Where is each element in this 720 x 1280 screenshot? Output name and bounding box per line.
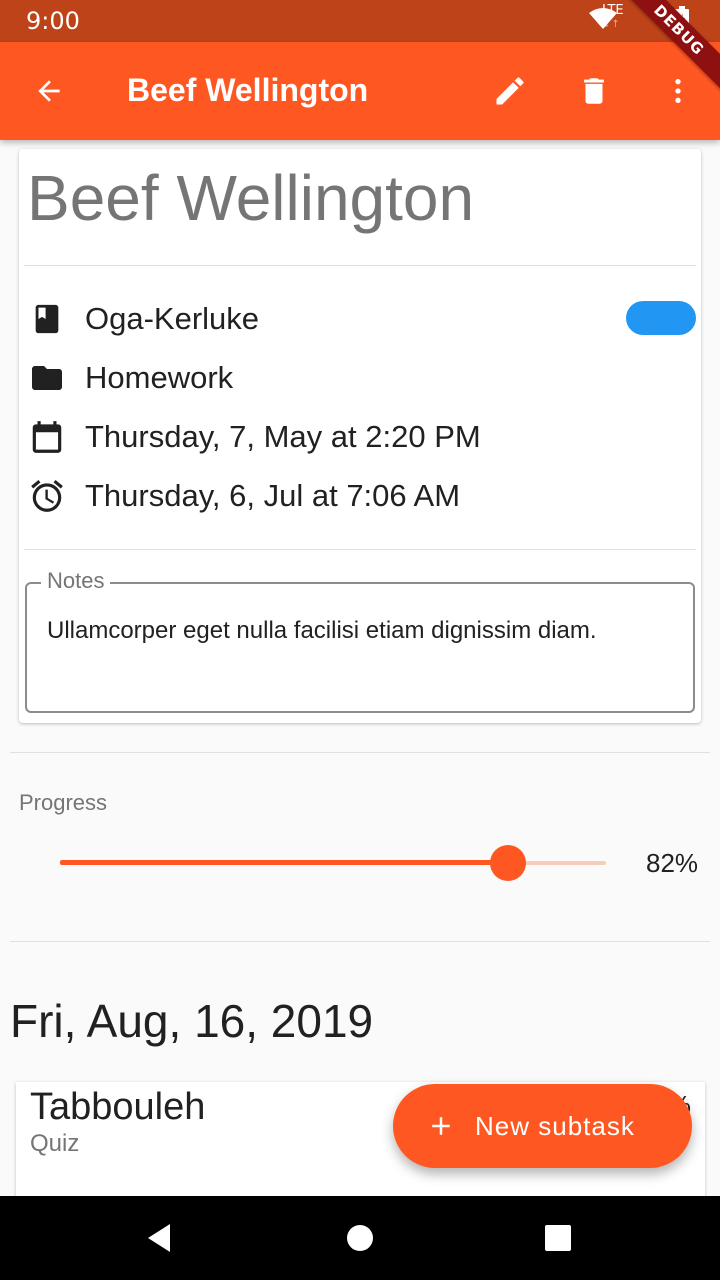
- section-divider: [10, 752, 710, 753]
- square-recents-icon: [545, 1225, 571, 1251]
- more-vert-icon: [675, 79, 681, 103]
- circle-home-icon: [347, 1225, 373, 1251]
- task-title: Beef Wellington: [27, 162, 475, 234]
- notes-field[interactable]: Notes Ullamcorper eget nulla facilisi et…: [25, 568, 695, 713]
- back-button[interactable]: [21, 63, 77, 119]
- calendar-icon: [27, 417, 67, 457]
- status-time: 9:00: [26, 7, 80, 35]
- app-bar-title: Beef Wellington: [127, 72, 369, 108]
- status-bar: 9:00 LTE↓↑: [0, 0, 720, 42]
- subtask-category: Quiz: [30, 1130, 80, 1157]
- section-divider: [10, 941, 710, 942]
- progress-value: 82%: [646, 848, 699, 878]
- trash-icon: [584, 78, 604, 104]
- project-color-indicator: [626, 301, 696, 335]
- new-subtask-label: New subtask: [475, 1110, 635, 1141]
- app-bar: Beef Wellington: [0, 42, 720, 140]
- divider: [24, 265, 696, 266]
- arrow-back-icon: [38, 80, 60, 102]
- divider: [24, 549, 696, 550]
- folder-icon: [27, 358, 67, 398]
- book-icon: [27, 299, 67, 339]
- progress-slider-thumb[interactable]: [489, 845, 526, 881]
- triangle-back-icon: [148, 1224, 170, 1252]
- subtask-title: Tabbouleh: [30, 1086, 206, 1128]
- notes-label: Notes: [41, 568, 111, 594]
- category-name: Homework: [85, 360, 234, 395]
- add-icon: [425, 1110, 457, 1142]
- progress-slider-fill: [60, 860, 508, 865]
- nav-home-button[interactable]: [338, 1216, 382, 1260]
- delete-button[interactable]: [566, 63, 622, 119]
- system-nav-bar: [0, 1196, 720, 1280]
- more-options-button[interactable]: [650, 63, 706, 119]
- wifi-icon: [588, 7, 618, 36]
- notes-value[interactable]: Ullamcorper eget nulla facilisi etiam di…: [47, 616, 673, 646]
- due-date-row[interactable]: Thursday, 7, May at 2:20 PM: [27, 415, 481, 459]
- category-row[interactable]: Homework: [27, 356, 233, 400]
- project-name: Oga-Kerluke: [85, 301, 260, 336]
- nav-back-button[interactable]: [137, 1216, 181, 1260]
- project-row[interactable]: Oga-Kerluke: [27, 297, 259, 341]
- subtasks-date-header: Fri, Aug, 16, 2019: [10, 995, 374, 1047]
- task-detail-card: Beef Wellington Oga-Kerluke Homework Thu…: [19, 149, 701, 723]
- nav-recents-button[interactable]: [536, 1216, 580, 1260]
- edit-button[interactable]: [482, 63, 538, 119]
- pencil-icon: [496, 77, 524, 105]
- progress-label: Progress: [19, 790, 108, 815]
- alarm-icon: [27, 476, 67, 516]
- reminder-date: Thursday, 6, Jul at 7:06 AM: [85, 478, 461, 513]
- new-subtask-button[interactable]: New subtask: [393, 1084, 692, 1168]
- reminder-row[interactable]: Thursday, 6, Jul at 7:06 AM: [27, 474, 460, 518]
- due-date: Thursday, 7, May at 2:20 PM: [85, 419, 481, 454]
